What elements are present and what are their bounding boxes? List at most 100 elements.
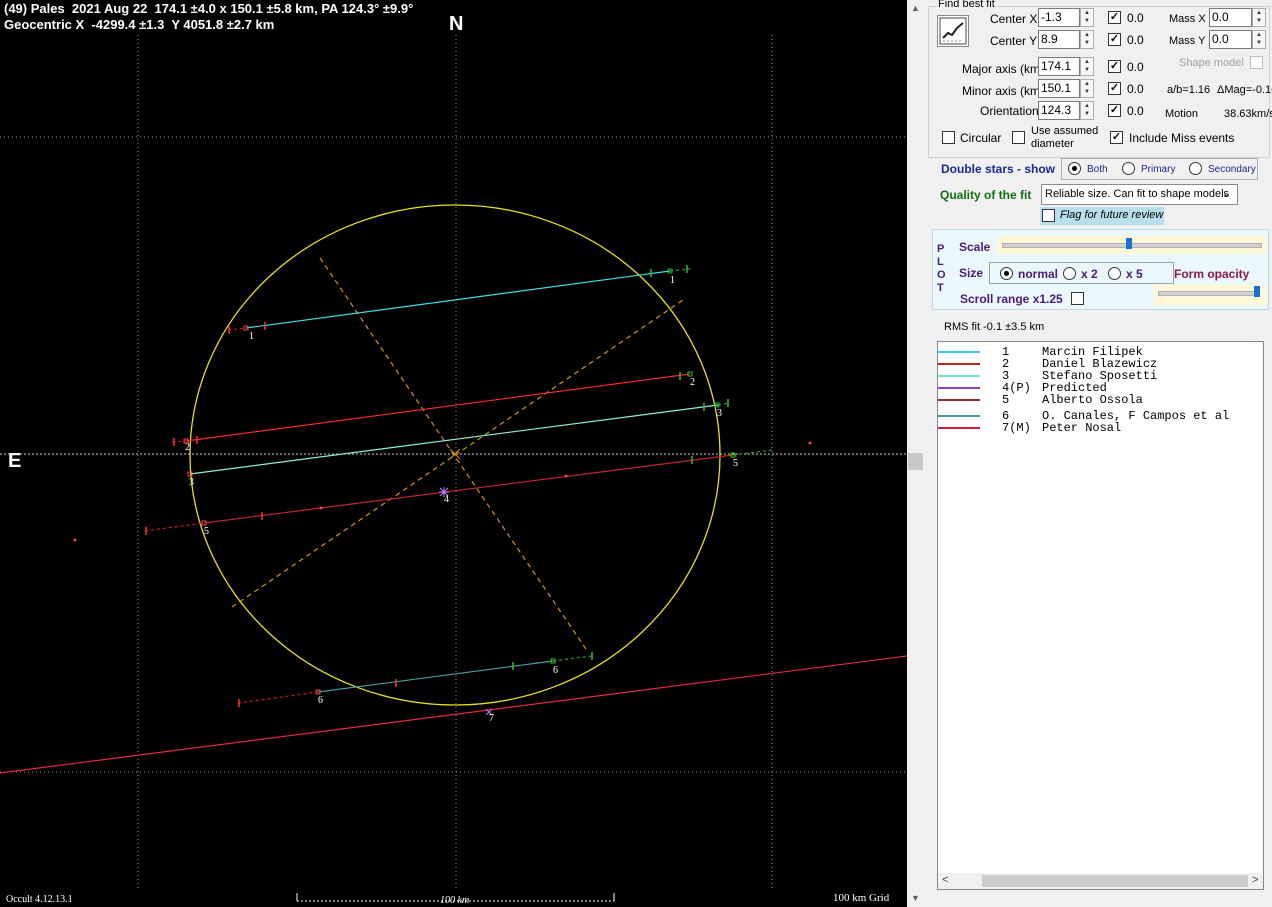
- chord-label-4: 4: [444, 494, 449, 505]
- double-stars-label: Double stars - show: [941, 162, 1056, 176]
- center-y-label: Center Y: [990, 34, 1038, 48]
- ab-ratio: a/b=1.16: [1167, 84, 1211, 96]
- grid-label: 100 km Grid: [833, 892, 890, 904]
- plot-vertical-label: PLOT: [937, 243, 946, 294]
- orientation-adjust: 0.0: [1127, 104, 1144, 118]
- size-x2-radio[interactable]: [1063, 267, 1076, 280]
- center-y-input[interactable]: 8.9: [1038, 30, 1080, 49]
- legend-swatch: [938, 399, 980, 401]
- scroll-right-icon[interactable]: >: [1252, 874, 1258, 886]
- major-axis-label: Major axis (km): [962, 62, 1045, 76]
- center-y-checkbox[interactable]: ✓: [1108, 33, 1121, 46]
- legend-swatch: [938, 427, 980, 429]
- legend-horizontal-scrollbar[interactable]: < >: [938, 873, 1263, 889]
- center-x-checkbox[interactable]: ✓: [1108, 11, 1121, 24]
- legend-name: Peter Nosal: [1042, 421, 1122, 435]
- chord-3: [189, 404, 719, 475]
- legend-swatch: [938, 387, 980, 389]
- flag-review-checkbox[interactable]: [1042, 209, 1055, 222]
- ds-both-radio[interactable]: [1068, 162, 1081, 175]
- occultation-plot[interactable]: 1 1 2 2 3 3 4 5 5 6 6 7 (49) Pales 2021 …: [0, 0, 907, 907]
- minor-axis-input[interactable]: 150.1: [1038, 79, 1080, 98]
- chord-label-7: 7: [489, 713, 494, 724]
- size-normal-radio[interactable]: [1000, 267, 1013, 280]
- scale-slider[interactable]: [998, 236, 1266, 254]
- legend-name: Alberto Ossola: [1042, 393, 1143, 407]
- size-normal-label: normal: [1018, 267, 1059, 281]
- delta-mag: ΔMag=-0.16: [1217, 84, 1272, 96]
- opacity-slider-thumb[interactable]: [1254, 286, 1260, 297]
- center-x-adjust: 0.0: [1127, 11, 1144, 25]
- scroll-left-icon[interactable]: <: [942, 874, 948, 886]
- mass-x-input[interactable]: 0.0: [1209, 8, 1252, 27]
- circular-checkbox[interactable]: [942, 131, 955, 144]
- scroll-up-icon[interactable]: ▲: [907, 0, 924, 17]
- center-x-spinner[interactable]: ▲ ▼: [1080, 8, 1094, 27]
- ds-secondary-radio[interactable]: [1189, 162, 1202, 175]
- chord-label-3: 3: [189, 477, 194, 488]
- center-x-input[interactable]: -1.3: [1038, 8, 1080, 27]
- chord-label-6b: 6: [553, 665, 558, 676]
- legend-row-2: 2 Daniel Blazewicz: [938, 356, 1258, 371]
- plot-vertical-scrollbar[interactable]: ▲ ▼: [907, 0, 924, 907]
- use-assumed-label-2: diameter: [1031, 138, 1074, 150]
- fit-curve-icon: [939, 17, 967, 45]
- orientation-checkbox[interactable]: ✓: [1108, 104, 1121, 117]
- legend-swatch: [938, 351, 980, 353]
- scale-slider-thumb[interactable]: [1126, 238, 1132, 249]
- size-x5-radio[interactable]: [1108, 267, 1121, 280]
- scale-label: Scale: [959, 240, 991, 254]
- legend-num: 7(M): [1002, 421, 1031, 435]
- chord-6: [317, 660, 554, 693]
- chord-label-1: 1: [249, 331, 254, 342]
- minor-axis-spinner[interactable]: ▲ ▼: [1080, 79, 1094, 98]
- mass-y-input[interactable]: 0.0: [1209, 30, 1252, 49]
- size-x5-label: x 5: [1126, 267, 1143, 281]
- center-marker: [449, 448, 461, 460]
- chord-5: [203, 454, 734, 524]
- major-axis-adjust: 0.0: [1127, 60, 1144, 74]
- orientation-input[interactable]: 124.3: [1038, 101, 1080, 120]
- center-y-spinner[interactable]: ▲ ▼: [1080, 30, 1094, 49]
- mass-x-spinner[interactable]: ▲ ▼: [1252, 8, 1266, 27]
- legend-row-5: 5 Alberto Ossola: [938, 392, 1258, 407]
- mass-y-label: Mass Y: [1169, 35, 1206, 47]
- shape-model-label: Shape model: [1179, 57, 1244, 69]
- shape-model-checkbox[interactable]: [1250, 56, 1263, 69]
- chevron-down-icon: ⌄: [1222, 188, 1232, 200]
- form-opacity-label: Form opacity: [1174, 267, 1250, 281]
- chord-labels: 1 1 2 2 3 3 4 5 5 6 6 7: [185, 275, 738, 724]
- version-label: Occult 4.12.13.1: [6, 894, 73, 905]
- plot-title-line2: Geocentric X -4299.4 ±1.3 Y 4051.8 ±2.7 …: [4, 17, 275, 32]
- scroll-range-checkbox[interactable]: [1071, 292, 1084, 305]
- find-best-fit-button[interactable]: [937, 15, 969, 47]
- orientation-spinner[interactable]: ▲ ▼: [1080, 101, 1094, 120]
- size-x2-label: x 2: [1081, 267, 1098, 281]
- motion-label: Motion: [1165, 108, 1199, 120]
- minor-axis-checkbox[interactable]: ✓: [1108, 82, 1121, 95]
- include-miss-checkbox[interactable]: ✓: [1110, 131, 1123, 144]
- quality-value: Reliable size. Can fit to shape models: [1045, 188, 1230, 200]
- chord-label-5: 5: [204, 526, 209, 537]
- observer-legend[interactable]: 1 Marcin Filipek 2 Daniel Blazewicz 3 St…: [937, 341, 1264, 890]
- rms-fit: RMS fit -0.1 ±3.5 km: [944, 321, 1045, 333]
- scale-slider-track: [1002, 243, 1262, 248]
- legend-scroll-thumb[interactable]: [982, 875, 1248, 887]
- opacity-slider[interactable]: [1154, 285, 1266, 305]
- ds-both-label: Both: [1087, 164, 1108, 175]
- major-axis-spinner[interactable]: ▲ ▼: [1080, 57, 1094, 76]
- quality-select[interactable]: Reliable size. Can fit to shape models ⌄: [1041, 184, 1238, 205]
- scroll-thumb[interactable]: [908, 453, 923, 470]
- scroll-range-label: Scroll range x1.25: [960, 292, 1063, 306]
- scroll-down-icon[interactable]: ▼: [907, 890, 924, 907]
- ds-primary-radio[interactable]: [1122, 162, 1135, 175]
- chord-1: [245, 270, 671, 329]
- use-assumed-checkbox[interactable]: [1012, 131, 1025, 144]
- mass-y-spinner[interactable]: ▲ ▼: [1252, 30, 1266, 49]
- chord-label-5b: 5: [733, 458, 738, 469]
- ellipse-axes: [231, 257, 684, 653]
- flag-review-label: Flag for future review: [1060, 209, 1164, 221]
- major-axis-checkbox[interactable]: ✓: [1108, 60, 1121, 73]
- major-axis-input[interactable]: 174.1: [1038, 57, 1080, 76]
- size-label: Size: [959, 266, 984, 280]
